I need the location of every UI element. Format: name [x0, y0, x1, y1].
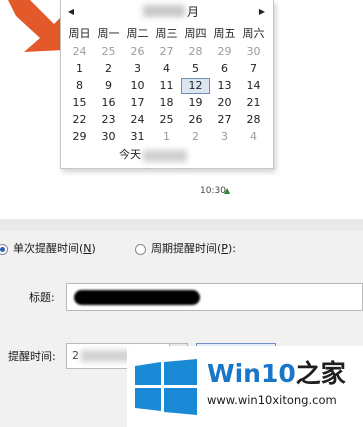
calendar-day-other-month[interactable]: 26	[123, 44, 152, 60]
triangle-left-icon[interactable]: ◀	[64, 5, 78, 19]
periodic-reminder-label[interactable]: 周期提醒时间(P):	[151, 242, 236, 256]
calendar-day-other-month[interactable]: 1	[152, 129, 181, 145]
weekday-header: 周一	[97, 27, 120, 40]
single-reminder-text: 单次提醒时间	[13, 242, 79, 255]
reminder-time-value: 10:30	[200, 186, 226, 196]
calendar-day[interactable]: 23	[94, 112, 123, 128]
calendar-day-other-month[interactable]: 27	[152, 44, 181, 60]
calendar-day-other-month[interactable]: 28	[181, 44, 210, 60]
calendar-day[interactable]: 26	[181, 112, 210, 128]
calendar-day[interactable]: 8	[65, 78, 94, 94]
calendar-day[interactable]: 1	[65, 61, 94, 77]
section-separator	[0, 219, 363, 231]
calendar-day[interactable]: 13	[210, 78, 239, 94]
weekday-header: 周五	[213, 27, 236, 40]
today-row[interactable]: 今天	[61, 146, 273, 164]
weekday-header: 周六	[242, 27, 265, 40]
calendar-day[interactable]: 31	[123, 129, 152, 145]
title-input[interactable]	[66, 283, 363, 311]
weekday-row: 周日 周一 周二 周三 周四 周五 周六	[65, 26, 269, 42]
calendar-day-other-month[interactable]: 29	[210, 44, 239, 60]
calendar-day-other-month[interactable]: 4	[239, 129, 268, 145]
calendar-day[interactable]: 11	[152, 78, 181, 94]
redacted-title-text	[74, 290, 200, 305]
single-reminder-radio[interactable]	[0, 244, 8, 255]
watermark: Win10之家 www.win10xitong.com	[127, 346, 363, 427]
watermark-url: www.win10xitong.com	[207, 393, 337, 407]
reminder-date-prefix: 2	[72, 349, 79, 362]
calendar-day[interactable]: 28	[239, 112, 268, 128]
time-spin-up-icon[interactable]: ▲	[224, 186, 230, 196]
calendar-day[interactable]: 10	[123, 78, 152, 94]
calendar-day-other-month[interactable]: 30	[239, 44, 268, 60]
remind-time-label: 提醒时间:	[8, 350, 56, 363]
calendar-day-other-month[interactable]: 25	[94, 44, 123, 60]
calendar-day[interactable]: 29	[65, 129, 94, 145]
calendar-day[interactable]: 15	[65, 95, 94, 111]
single-reminder-label[interactable]: 单次提醒时间(N)	[13, 242, 96, 256]
calendar-day[interactable]: 17	[123, 95, 152, 111]
today-button[interactable]: 今天	[119, 147, 141, 163]
calendar-header: ◀ 月 ▶	[61, 0, 273, 24]
windows-logo-icon	[135, 359, 197, 415]
calendar-day[interactable]: 14	[239, 78, 268, 94]
calendar-area: ◀ 月 ▶ 周日 周一 周二 周三 周四 周五 周六 24 25 26 27 28 29 30 1 2 3 4 5…	[0, 0, 363, 218]
periodic-reminder-shortcut: P	[221, 242, 228, 255]
calendar-day[interactable]: 4	[152, 61, 181, 77]
calendar-day[interactable]: 27	[210, 112, 239, 128]
calendar-popup: ◀ 月 ▶ 周日 周一 周二 周三 周四 周五 周六 24 25 26 27 28 29 30 1 2 3 4 5…	[60, 0, 274, 169]
calendar-day[interactable]: 5	[181, 61, 210, 77]
calendar-day[interactable]: 30	[94, 129, 123, 145]
periodic-reminder-text: 周期提醒时间	[151, 242, 217, 255]
watermark-brand-suffix: 之家	[295, 359, 346, 388]
blurred-today-date	[143, 150, 187, 162]
calendar-day[interactable]: 9	[94, 78, 123, 94]
weekday-header: 周三	[155, 27, 178, 40]
calendar-day-other-month[interactable]: 24	[65, 44, 94, 60]
calendar-day[interactable]: 24	[123, 112, 152, 128]
days-grid: 24 25 26 27 28 29 30 1 2 3 4 5 6 7 8 9 10 11 12 13 14 15 16 17 1…	[65, 44, 269, 144]
calendar-day[interactable]: 7	[239, 61, 268, 77]
calendar-day[interactable]: 3	[123, 61, 152, 77]
calendar-day[interactable]: 16	[94, 95, 123, 111]
watermark-brand: Win10之家	[207, 358, 346, 390]
weekday-header: 周四	[184, 27, 207, 40]
triangle-right-icon[interactable]: ▶	[255, 5, 269, 19]
calendar-day[interactable]: 2	[94, 61, 123, 77]
calendar-day[interactable]: 22	[65, 112, 94, 128]
calendar-day[interactable]: 6	[210, 61, 239, 77]
weekday-header: 周二	[126, 27, 149, 40]
watermark-brand-prefix: Win10	[207, 359, 296, 388]
calendar-day[interactable]: 12	[181, 78, 210, 94]
calendar-day[interactable]: 18	[152, 95, 181, 111]
single-reminder-shortcut: N	[83, 242, 92, 255]
radio-selected-dot	[0, 247, 5, 252]
calendar-day[interactable]: 21	[239, 95, 268, 111]
title-label: 标题:	[29, 291, 55, 304]
periodic-reminder-radio[interactable]	[135, 244, 146, 255]
calendar-day[interactable]: 19	[181, 95, 210, 111]
blurred-year	[143, 5, 185, 17]
month-title-text: 月	[187, 5, 200, 19]
calendar-day[interactable]: 25	[152, 112, 181, 128]
calendar-day-other-month[interactable]: 3	[210, 129, 239, 145]
calendar-day[interactable]: 20	[210, 95, 239, 111]
weekday-header: 周日	[68, 27, 91, 40]
calendar-day-other-month[interactable]: 2	[181, 129, 210, 145]
month-title[interactable]: 月	[143, 4, 199, 20]
